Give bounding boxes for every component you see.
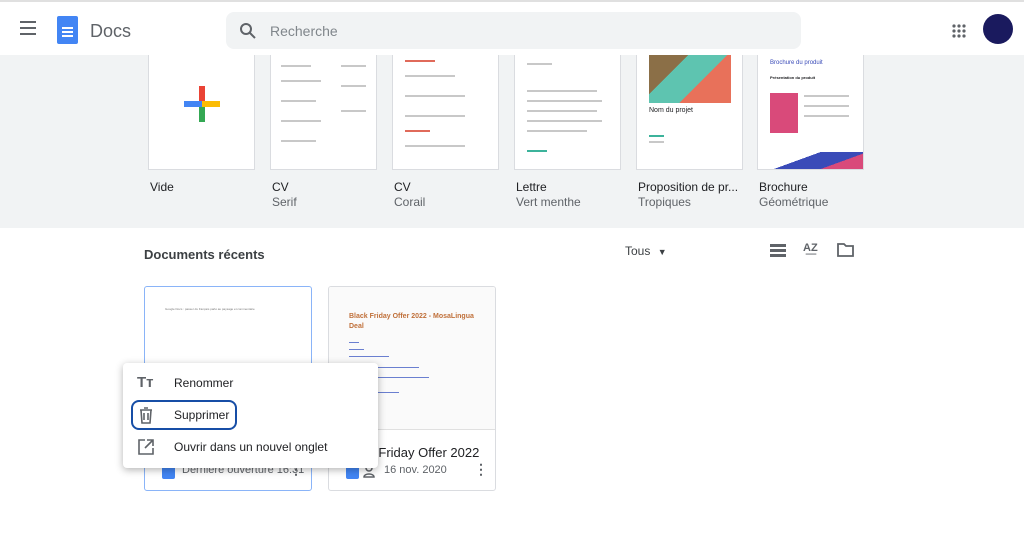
more-options-icon[interactable]: ⋮	[474, 461, 488, 478]
menu-item-open-new-tab[interactable]: Ouvrir dans un nouvel onglet	[123, 432, 378, 462]
avatar[interactable]	[983, 14, 1013, 44]
doc-preview: Black Friday Offer 2022 - MosaLingua Dea…	[349, 313, 474, 330]
folder-icon[interactable]	[837, 243, 854, 257]
list-view-icon[interactable]	[770, 244, 786, 257]
caret-down-icon: ▼	[657, 247, 667, 257]
search-bar[interactable]: Recherche	[226, 12, 801, 49]
recent-title: Documents récents	[144, 247, 265, 262]
template-name: CV	[272, 180, 289, 194]
header: Docs Recherche	[0, 0, 1024, 55]
template-blank[interactable]	[148, 55, 255, 170]
template-letter-mint[interactable]	[514, 55, 621, 170]
owner-filter-dropdown[interactable]: Tous ▼	[625, 244, 667, 258]
template-sub: Vert menthe	[516, 195, 581, 209]
filter-label: Tous	[625, 244, 651, 258]
template-name: CV	[394, 180, 411, 194]
apps-grid-icon[interactable]	[952, 24, 966, 38]
docs-logo-icon[interactable]	[57, 16, 78, 44]
template-sub: Corail	[394, 195, 426, 209]
template-brochure-geometric[interactable]: Brochure du produit Présentation du prod…	[757, 55, 864, 170]
template-cv-corail[interactable]	[392, 55, 499, 170]
template-sub: Tropiques	[638, 195, 691, 209]
menu-item-delete[interactable]: Supprimer	[123, 400, 378, 430]
menu-item-rename[interactable]: Tт Renommer	[123, 368, 378, 398]
doc-preview: Google Docs : passer du français parlé a…	[165, 307, 255, 311]
doc-meta: 16 nov. 2020	[384, 464, 447, 476]
search-input[interactable]: Recherche	[270, 23, 338, 39]
template-sub: Serif	[272, 195, 297, 209]
template-name: Brochure	[759, 180, 808, 194]
template-gallery: Nom du projet Brochure du produit Présen…	[0, 55, 1024, 228]
template-name: Proposition de pr...	[638, 180, 739, 194]
template-sub: Géométrique	[759, 195, 829, 209]
search-icon	[240, 23, 256, 39]
app-name: Docs	[90, 21, 132, 41]
context-menu: Tт Renommer Supprimer Ouvrir dans un nou…	[123, 363, 378, 468]
open-in-new-icon	[138, 439, 154, 455]
template-name: Lettre	[516, 180, 547, 194]
trash-icon	[140, 407, 152, 424]
template-proposal-tropics[interactable]: Nom du projet	[636, 55, 743, 170]
template-cv-serif[interactable]	[270, 55, 377, 170]
template-name: Vide	[150, 180, 174, 194]
sort-az-icon[interactable]: A͟Z	[803, 242, 818, 254]
main-menu-button[interactable]	[20, 21, 36, 35]
text-format-icon: Tт	[137, 374, 154, 391]
plus-icon	[184, 86, 220, 122]
